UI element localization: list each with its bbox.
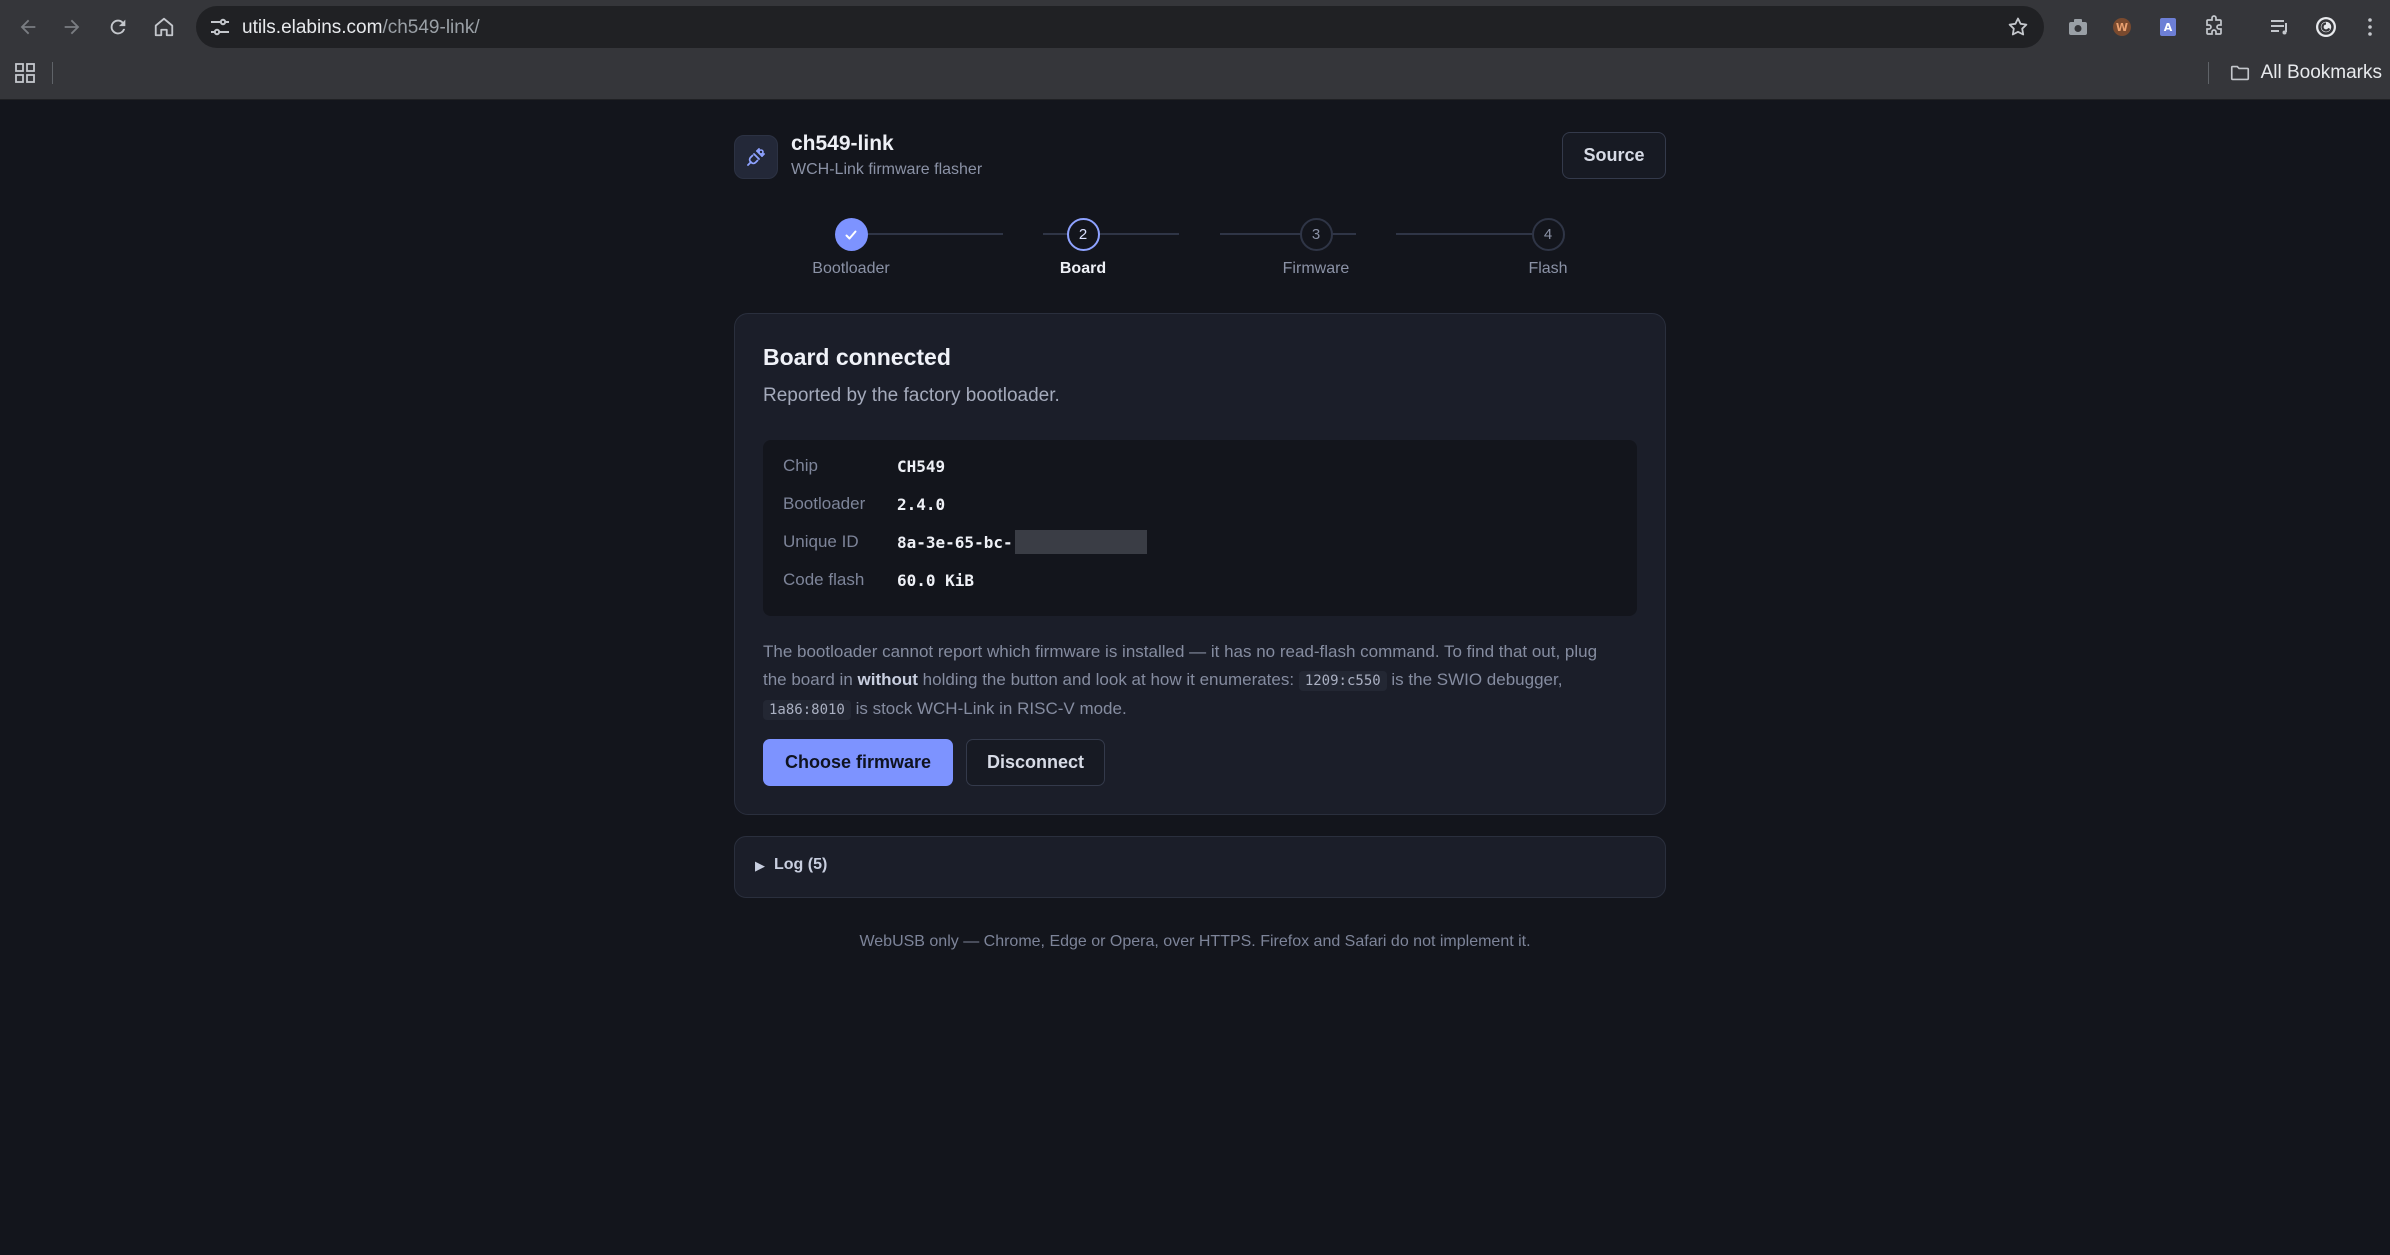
step-label: Board (1059, 260, 1107, 277)
wappalyzer-extension-icon[interactable]: W (2108, 13, 2136, 41)
reload-button[interactable] (102, 11, 134, 43)
info-key: Chip (783, 456, 818, 475)
note-text: is the SWIO debugger, (1386, 670, 1563, 689)
note-emphasis: without (857, 670, 918, 689)
url-text[interactable]: utils.elabins.com/ch549-link/ (242, 17, 480, 39)
bookmark-star-icon[interactable] (2006, 15, 2030, 39)
usb-id-code: 1a86:8010 (763, 700, 851, 720)
home-icon (154, 17, 174, 37)
footer-note: WebUSB only — Chrome, Edge or Opera, ove… (859, 933, 1531, 950)
app-header: ch549-link WCH-Link firmware flasher Sou… (734, 132, 1666, 186)
expand-triangle-icon: ▶ (755, 858, 765, 873)
site-settings-icon[interactable] (208, 15, 232, 39)
forward-arrow-icon (64, 19, 80, 35)
app-logo (734, 135, 778, 179)
info-value: 2.4.0 (897, 494, 946, 514)
board-info-table: Chip CH549 Bootloader 2.4.0 Unique ID 8a… (763, 440, 1637, 616)
profile-avatar-icon[interactable] (2312, 13, 2340, 41)
back-button[interactable] (12, 11, 44, 43)
svg-text:W: W (2116, 21, 2128, 34)
board-card: Board connected Reported by the factory … (734, 313, 1666, 815)
redacted-block (1014, 530, 1147, 554)
bookmarks-bar (0, 54, 2390, 100)
step-check-icon (834, 218, 868, 251)
log-label: Log (5) (774, 856, 828, 873)
step-board: 2 Board (1003, 218, 1163, 278)
card-title: Board connected (763, 344, 951, 370)
step-number: 3 (1299, 218, 1333, 251)
reload-icon (110, 19, 126, 35)
address-bar[interactable]: utils.elabins.com/ch549-link/ (196, 6, 2044, 48)
step-label: Flash (1528, 260, 1568, 277)
info-row-bootloader: Bootloader 2.4.0 (783, 492, 945, 516)
info-row-chip: Chip CH549 (783, 454, 945, 478)
card-subtitle: Reported by the factory bootloader. (763, 385, 1060, 406)
step-label: Bootloader (812, 260, 890, 277)
home-button[interactable] (148, 11, 180, 43)
info-key: Bootloader (783, 494, 866, 513)
all-bookmarks-label: All Bookmarks (2260, 62, 2382, 83)
camera-extension-icon[interactable] (2064, 13, 2092, 41)
log-panel[interactable]: ▶ Log (5) (734, 836, 1666, 898)
folder-icon (2230, 65, 2249, 81)
bookmarks-divider (52, 62, 53, 84)
choose-firmware-button[interactable]: Choose firmware (763, 739, 953, 786)
progress-stepper: Bootloader 2 Board 3 Firmware 4 Flash (734, 218, 1666, 288)
step-number: 2 (1066, 218, 1100, 251)
url-path: /ch549-link/ (382, 17, 480, 38)
info-value: 8a-3e-65-bc- (897, 532, 1013, 552)
media-controls-icon[interactable] (2266, 13, 2294, 41)
all-bookmarks-button[interactable]: All Bookmarks (2229, 62, 2382, 84)
info-value: 60.0 KiB (897, 570, 975, 590)
app-title: ch549-link (791, 132, 894, 155)
step-number: 4 (1531, 218, 1565, 251)
url-host: utils.elabins.com (242, 17, 383, 38)
extensions-puzzle-icon[interactable] (2200, 13, 2228, 41)
disconnect-button[interactable]: Disconnect (966, 739, 1105, 786)
svg-text:A: A (2164, 21, 2173, 34)
step-flash: 4 Flash (1468, 218, 1628, 278)
forward-button[interactable] (56, 11, 88, 43)
step-bootloader: Bootloader (771, 218, 931, 278)
info-key: Code flash (783, 570, 865, 589)
page-content: ch549-link WCH-Link firmware flasher Sou… (0, 100, 2390, 1255)
bookmarks-divider (2208, 62, 2209, 84)
info-key: Unique ID (783, 532, 859, 551)
step-firmware: 3 Firmware (1236, 218, 1396, 278)
note-text: is stock WCH-Link in RISC-V mode. (850, 699, 1127, 718)
translate-extension-icon[interactable]: A (2154, 13, 2182, 41)
info-row-unique-id: Unique ID 8a-3e-65-bc- (783, 530, 1147, 554)
browser-menu-icon[interactable] (2356, 13, 2384, 41)
browser-toolbar: utils.elabins.com/ch549-link/ W A (0, 0, 2390, 54)
firmware-note: The bootloader cannot report which firmw… (763, 638, 1623, 724)
step-label: Firmware (1282, 260, 1350, 277)
app-subtitle: WCH-Link firmware flasher (791, 161, 983, 178)
note-text: holding the button and look at how it en… (917, 670, 1299, 689)
info-row-code-flash: Code flash 60.0 KiB (783, 568, 974, 592)
usb-id-code: 1209:c550 (1298, 671, 1387, 691)
apps-grid-icon[interactable] (14, 62, 36, 84)
back-arrow-icon (20, 19, 36, 35)
source-button[interactable]: Source (1562, 132, 1666, 179)
info-value: CH549 (897, 456, 946, 476)
usb-plug-icon (747, 148, 765, 166)
